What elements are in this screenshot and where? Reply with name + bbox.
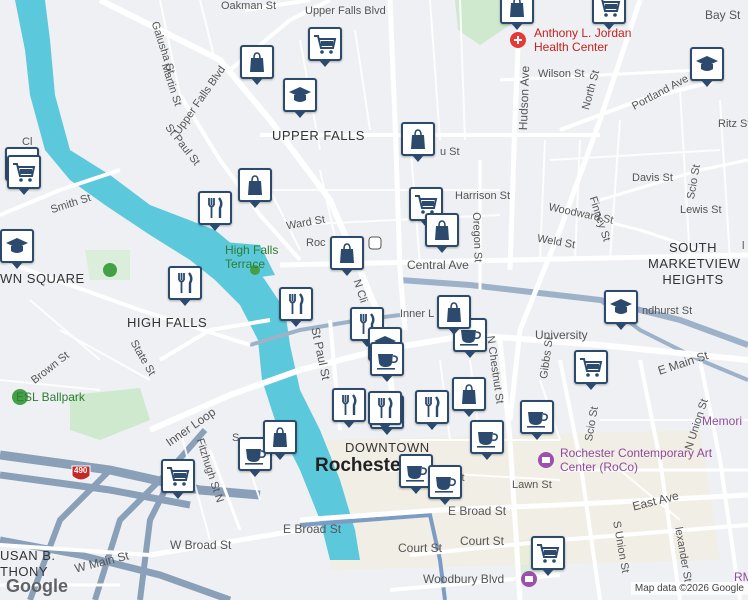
map-canvas[interactable]: Oakman St Upper Falls Blvd Galusha St Up…	[0, 0, 748, 600]
label-court-2: Court St	[460, 534, 505, 548]
neighborhood-downtown: DOWNTOWN	[345, 440, 430, 455]
shopping-bag-icon	[447, 302, 461, 322]
poi-art-center[interactable]: Rochester Contemporary Art Center (RoCo)	[560, 446, 720, 474]
map-marker-grocery[interactable]	[161, 459, 195, 499]
label-i490: 490	[74, 466, 88, 475]
map-marker-school[interactable]	[690, 47, 724, 87]
map-marker-grocery[interactable]	[308, 27, 342, 67]
map-marker-restaurant[interactable]	[332, 388, 366, 428]
fork-knife-icon	[378, 397, 393, 418]
label-oregon: Oregon St	[470, 212, 484, 263]
label-harrison: Harrison St	[455, 190, 511, 202]
label-e-broad-2: E Broad St	[283, 522, 342, 536]
fork-knife-icon	[289, 293, 304, 314]
neighborhood-high-falls: HIGH FALLS	[127, 315, 208, 330]
cart-icon	[580, 358, 603, 377]
map-marker-cafe[interactable]	[428, 465, 462, 505]
map-marker-shopping[interactable]	[330, 236, 364, 276]
label-davis: Davis St	[632, 172, 673, 184]
label-court: Court St	[398, 541, 443, 555]
label-inner-loop-e: Inner L	[400, 308, 435, 320]
map-marker-school[interactable]	[283, 78, 317, 118]
google-logo: Google	[6, 576, 68, 596]
shopping-bag-icon	[411, 129, 425, 149]
fork-knife-icon	[425, 396, 440, 417]
label-upper-falls-blvd-top: Upper Falls Blvd	[305, 5, 386, 17]
map-marker-grocery[interactable]	[592, 0, 626, 30]
neighborhood-south-marketview: SOUTH MARKETVIEW HEIGHTS	[648, 240, 741, 287]
fork-knife-icon	[342, 394, 357, 415]
map-marker-school[interactable]	[0, 229, 34, 269]
graduation-cap-icon	[610, 299, 632, 314]
map-marker-shopping[interactable]	[425, 213, 459, 253]
cart-icon	[314, 35, 337, 54]
map-marker-restaurant[interactable]	[168, 266, 202, 306]
map-marker-cafe[interactable]	[370, 342, 404, 382]
cart-icon	[13, 163, 36, 182]
map-marker-shopping[interactable]	[437, 295, 471, 335]
label-right-edge: l	[742, 240, 745, 252]
label-hudson: Hudson Ave	[516, 65, 533, 131]
shopping-bag-icon	[462, 384, 476, 404]
map-marker-restaurant[interactable]	[279, 287, 313, 327]
cart-icon	[167, 467, 190, 486]
map-marker-school[interactable]	[604, 290, 638, 330]
map-marker-cafe[interactable]	[470, 420, 504, 460]
map-marker-shopping[interactable]	[500, 0, 534, 30]
coffee-cup-icon	[527, 412, 548, 428]
map-marker-shopping[interactable]	[401, 122, 435, 162]
map-marker-cafe[interactable]	[520, 400, 554, 440]
city-rochester: Rochester	[315, 455, 408, 476]
coffee-cup-icon	[477, 432, 498, 448]
label-roc: Roc	[306, 237, 326, 249]
label-woodbury: Woodbury Blvd	[423, 572, 505, 586]
label-wilson: Wilson St	[538, 68, 585, 80]
label-u-street: u St	[440, 146, 460, 158]
map-marker-shopping[interactable]	[240, 45, 274, 85]
neighborhood-upper-falls: UPPER FALLS	[272, 128, 365, 143]
cart-icon	[537, 544, 560, 563]
label-bay: Bay St	[705, 8, 741, 22]
poi-health-center[interactable]: Anthony L. Jordan Health Center	[534, 26, 664, 54]
shopping-bag-icon	[435, 220, 449, 240]
label-central: Central Ave	[407, 258, 469, 272]
map-attribution[interactable]: Map data ©2026 Google	[630, 582, 748, 595]
map-marker-shopping[interactable]	[238, 168, 272, 208]
label-lyndhurst: ndhurst St	[642, 305, 693, 317]
graduation-cap-icon	[289, 87, 311, 102]
map-marker-restaurant[interactable]	[415, 390, 449, 430]
map-marker-grocery[interactable]	[7, 155, 41, 195]
graduation-cap-icon	[6, 238, 28, 253]
map-marker-shopping[interactable]	[263, 420, 297, 460]
shopping-bag-icon	[250, 52, 264, 72]
label-e-broad: E Broad St	[448, 504, 507, 518]
label-w-broad: W Broad St	[170, 538, 232, 552]
shopping-bag-icon	[340, 243, 354, 263]
fork-knife-icon	[208, 197, 223, 218]
fork-knife-icon	[178, 272, 193, 293]
cart-icon	[598, 0, 621, 17]
neighborhood-wn-square: WN SQUARE	[0, 271, 85, 286]
map-marker-shopping[interactable]	[452, 377, 486, 417]
label-ritz: Ritz St	[718, 118, 748, 130]
label-lawn: Lawn St	[512, 479, 552, 491]
map-marker-grocery[interactable]	[531, 536, 565, 576]
shopping-bag-icon	[248, 175, 262, 195]
map-marker-restaurant[interactable]	[368, 391, 402, 431]
poi-ballpark[interactable]: ESL Ballpark	[16, 390, 85, 404]
coffee-cup-icon	[406, 466, 427, 482]
poi-memorial[interactable]: Memori	[702, 414, 742, 428]
label-oakman: Oakman St	[221, 0, 277, 12]
poi-terrace[interactable]: High Falls Terrace	[225, 243, 305, 271]
coffee-cup-icon	[377, 354, 398, 370]
map-marker-restaurant[interactable]	[198, 191, 232, 231]
shopping-bag-icon	[273, 427, 287, 447]
map-marker-grocery[interactable]	[574, 350, 608, 390]
graduation-cap-icon	[696, 56, 718, 71]
label-lewis: Lewis St	[680, 204, 722, 216]
coffee-cup-icon	[435, 477, 456, 493]
shopping-bag-icon	[510, 0, 524, 17]
